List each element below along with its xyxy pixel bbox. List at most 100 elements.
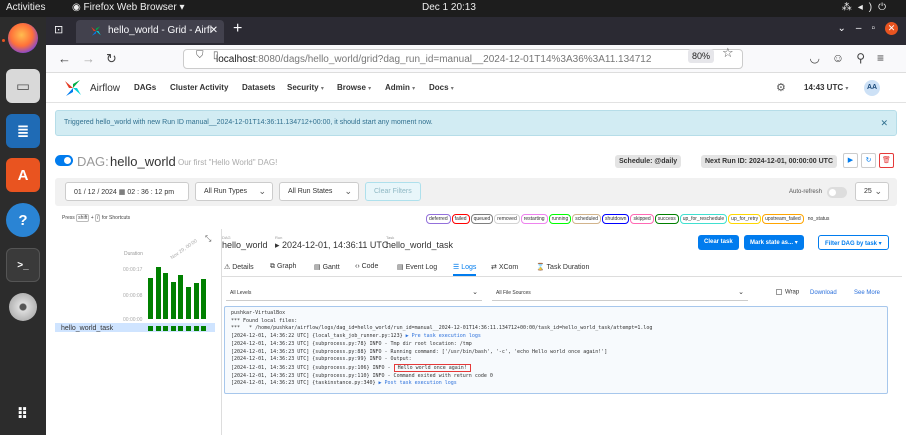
run-type-select[interactable]: All Run Types ⌄ (195, 182, 273, 201)
task-instance-cell[interactable] (178, 326, 184, 331)
state-chip[interactable]: shutdown (602, 214, 630, 224)
trigger-dag-icon[interactable]: ▶ (843, 153, 858, 168)
minimize-icon[interactable]: – (856, 23, 872, 34)
back-icon[interactable]: ← (58, 51, 71, 66)
firefox-icon[interactable] (8, 23, 38, 53)
pocket-icon[interactable]: ◡ (809, 51, 831, 65)
disc-icon[interactable] (9, 293, 37, 321)
maximize-icon[interactable]: ▫ (871, 23, 885, 34)
delete-dag-icon[interactable]: 🗑 (879, 153, 894, 168)
nav-browse[interactable]: Browse ▾ (337, 83, 371, 92)
airflow-brand[interactable]: Airflow (90, 83, 120, 94)
run-bar[interactable] (186, 286, 191, 319)
breadcrumb-task[interactable]: Task hello_world_task (386, 235, 453, 250)
nav-admin[interactable]: Admin ▾ (385, 83, 415, 92)
log-level-select[interactable]: All Levels ⌄ (226, 287, 482, 301)
run-bar[interactable] (163, 273, 169, 319)
file-source-select[interactable]: All File Sources ⌄ (492, 287, 748, 301)
clear-filters-button[interactable]: Clear Filters (365, 182, 421, 201)
num-runs-select[interactable]: 25 ⌄ (855, 182, 889, 201)
tab-gantt[interactable]: ▤ Gantt (314, 263, 340, 271)
timezone-menu[interactable]: 14:43 UTC ▾ (804, 83, 848, 92)
nav-security[interactable]: Security ▾ (287, 83, 324, 92)
task-instance-cell[interactable] (186, 326, 191, 331)
tab-list-icon[interactable]: ⊡ (54, 23, 63, 36)
see-more-link[interactable]: See More (854, 290, 880, 296)
close-tab-icon[interactable]: ✕ (210, 25, 218, 36)
download-link[interactable]: Download (810, 290, 837, 296)
state-chip[interactable]: skipped (630, 214, 654, 224)
help-icon[interactable]: ? (6, 203, 40, 237)
state-chip[interactable]: restarting (520, 214, 548, 224)
task-instance-cell[interactable] (163, 326, 169, 331)
task-instance-cell[interactable] (148, 326, 153, 331)
show-apps-icon[interactable]: ⠿ (6, 397, 40, 431)
nav-dags[interactable]: DAGs (134, 83, 156, 92)
state-chip[interactable]: running (548, 214, 572, 224)
state-chip[interactable]: failed (451, 214, 470, 224)
state-chip[interactable]: scheduled (572, 214, 602, 224)
base-date-input[interactable]: 01 / 12 / 2024 ▦ 02 : 36 : 12 pm (65, 182, 189, 201)
zoom-level[interactable]: 80% (688, 49, 715, 63)
account-icon[interactable]: ☺ (832, 51, 856, 65)
tab-details[interactable]: ⚠ Details (224, 263, 254, 271)
tab-code[interactable]: ‹› Code (355, 263, 378, 270)
state-chip[interactable]: upstream_failed (762, 214, 804, 224)
tab-task-duration[interactable]: ⌛ Task Duration (536, 263, 589, 271)
nav-datasets[interactable]: Datasets (242, 83, 275, 92)
nav-cluster-activity[interactable]: Cluster Activity (170, 83, 228, 92)
close-icon[interactable]: ✕ (880, 118, 888, 129)
state-chip[interactable]: up_for_retry (728, 214, 762, 224)
wrap-checkbox[interactable]: Wrap (776, 289, 799, 296)
state-chip[interactable]: no_status (804, 214, 833, 224)
writer-icon[interactable]: ≣ (6, 114, 40, 148)
task-instance-cell[interactable] (155, 326, 161, 331)
tab-graph[interactable]: ⧉ Graph (270, 263, 296, 271)
airflow-logo-icon[interactable] (62, 78, 84, 98)
run-bar[interactable] (170, 281, 176, 319)
breadcrumb-run[interactable]: Run ▸ 2024-12-01, 14:36:11 UTC (275, 235, 388, 251)
system-tray[interactable]: ⁂◂)⏻ (842, 2, 892, 13)
shield-icon[interactable]: ⛉ (196, 50, 204, 61)
task-instance-cell[interactable] (170, 326, 176, 331)
run-bar[interactable] (201, 279, 207, 319)
avatar[interactable]: AA (864, 80, 880, 96)
menu-icon[interactable]: ≡ (877, 51, 896, 65)
new-tab-button[interactable]: + (233, 20, 242, 38)
filter-dag-by-task-button[interactable]: Filter DAG by task ▾ (818, 235, 889, 250)
terminal-icon[interactable]: >_ (6, 248, 40, 282)
state-chip[interactable]: up_for_reschedule (679, 214, 728, 224)
run-bar[interactable] (178, 274, 184, 319)
extensions-icon[interactable]: ⚲ (856, 51, 877, 65)
run-bar[interactable] (155, 267, 161, 319)
state-chip[interactable]: success (654, 214, 679, 224)
task-instance-cell[interactable] (201, 326, 207, 331)
dag-pause-toggle[interactable] (55, 155, 73, 166)
state-chip[interactable]: queued (470, 214, 494, 224)
bookmark-star-icon[interactable]: ☆ (722, 45, 734, 61)
page-info-icon[interactable]: ▯ (213, 50, 219, 61)
run-bar[interactable] (148, 278, 153, 319)
reload-icon[interactable]: ↻ (106, 51, 117, 67)
forward-icon[interactable]: → (82, 51, 95, 66)
run-state-select[interactable]: All Run States ⌄ (279, 182, 359, 201)
run-bar[interactable] (193, 282, 199, 319)
app-center-icon[interactable]: A (6, 158, 40, 192)
tab-xcom[interactable]: ⇄ XCom (491, 263, 518, 271)
state-chip[interactable]: removed (494, 214, 520, 224)
breadcrumb-dag[interactable]: DAG hello_world (222, 235, 268, 250)
collapse-icon[interactable]: ⤡ (205, 234, 211, 244)
tab-event-log[interactable]: ▤ Event Log (397, 263, 437, 271)
app-menu[interactable]: ◉ Firefox Web Browser ▾ (72, 2, 185, 13)
gear-icon[interactable]: ⚙ (776, 81, 786, 94)
files-icon[interactable]: ▭ (6, 69, 40, 103)
state-chip[interactable]: deferred (426, 214, 451, 224)
url-bar[interactable]: localhost:8080/dags/hello_world/grid?dag… (183, 49, 743, 69)
clear-task-button[interactable]: Clear task (698, 235, 739, 250)
post-task-logs-toggle[interactable]: ▶ Post task execution logs (379, 380, 457, 386)
pre-task-logs-toggle[interactable]: ▶ Pre task execution logs (406, 333, 481, 339)
tab-logs[interactable]: ☰ Logs (453, 263, 477, 276)
task-instance-cell[interactable] (193, 326, 199, 331)
nav-docs[interactable]: Docs ▾ (429, 83, 454, 92)
task-name[interactable]: hello_world_task (61, 325, 113, 332)
